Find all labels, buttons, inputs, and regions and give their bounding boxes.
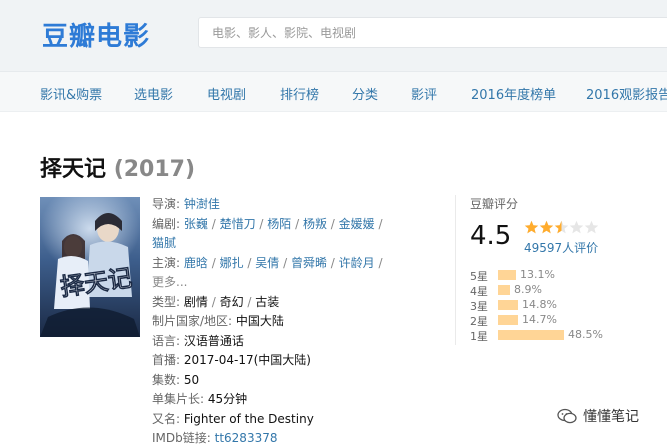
movie-title: 择天记 bbox=[40, 157, 107, 182]
imdb-row: IMDb链接: tt6283378 bbox=[152, 431, 278, 445]
nav-item-tickets[interactable]: 影讯&购票 bbox=[40, 84, 102, 103]
poster-image: 择天记 bbox=[40, 197, 140, 337]
rating-bar-pct: 48.5% bbox=[568, 328, 603, 341]
rating-bar-fill bbox=[498, 330, 564, 340]
episodes-row: 集数: 50 bbox=[152, 372, 200, 387]
country-value: 中国大陆 bbox=[235, 314, 284, 328]
cast-link[interactable]: 吴倩 bbox=[255, 256, 279, 270]
star-icon bbox=[569, 220, 584, 234]
premiere-value: 2017-04-17(中国大陆) bbox=[183, 353, 311, 367]
runtime-value: 45分钟 bbox=[207, 392, 248, 406]
genre-value: 奇幻 bbox=[219, 294, 244, 309]
star-icon bbox=[524, 220, 539, 234]
watermark: 懂懂笔记 bbox=[557, 406, 639, 426]
movie-poster[interactable]: 择天记 bbox=[40, 197, 140, 337]
language-value: 汉语普通话 bbox=[183, 333, 244, 348]
rating-bar-row[interactable]: 1星 48.5% bbox=[470, 328, 660, 343]
nav-item-reviews[interactable]: 影评 bbox=[411, 84, 437, 103]
writer-link[interactable]: 杨叛 bbox=[303, 217, 327, 231]
douban-movie-logo[interactable]: 豆瓣电影 bbox=[42, 16, 150, 53]
rating-bar-row[interactable]: 2星 14.7% bbox=[470, 313, 660, 328]
search-box[interactable] bbox=[198, 17, 667, 48]
nav-item-2016-annual-list[interactable]: 2016年度榜单 bbox=[471, 84, 556, 103]
cast-link[interactable]: 娜扎 bbox=[220, 256, 244, 270]
aka-row: 又名: Fighter of the Destiny bbox=[152, 411, 314, 426]
rating-bar-row[interactable]: 5星 13.1% bbox=[470, 268, 660, 283]
rating-bar-fill bbox=[498, 315, 518, 325]
rating-bar-row[interactable]: 3星 14.8% bbox=[470, 298, 660, 313]
writer-link[interactable]: 张巍 bbox=[184, 217, 208, 231]
writer-link[interactable]: 猫腻 bbox=[152, 236, 176, 250]
nav-item-explore-movies[interactable]: 选电影 bbox=[134, 84, 173, 103]
rating-bar-fill bbox=[498, 270, 516, 280]
writer-link[interactable]: 金媛媛 bbox=[339, 217, 375, 231]
genre-value: 古装 bbox=[255, 294, 280, 309]
writer-link[interactable]: 楚惜刀 bbox=[220, 217, 256, 231]
rating-divider bbox=[455, 195, 456, 345]
star-icon bbox=[554, 220, 569, 234]
writer-link[interactable]: 杨陌 bbox=[267, 217, 291, 231]
rating-panel: 豆瓣评分 4.5 49597人评价 5星 13.1% 4星 8.9% 3星 14… bbox=[470, 195, 660, 343]
rating-bar-fill bbox=[498, 300, 518, 310]
star-icon bbox=[584, 220, 599, 234]
country-row: 制片国家/地区: 中国大陆 bbox=[152, 314, 284, 328]
aka-value: Fighter of the Destiny bbox=[183, 411, 314, 426]
rating-bar-pct: 8.9% bbox=[514, 283, 542, 296]
director-link[interactable]: 钟澍佳 bbox=[184, 197, 220, 211]
director-row: 导演: 钟澍佳 bbox=[152, 197, 220, 211]
rating-breakdown: 5星 13.1% 4星 8.9% 3星 14.8% 2星 14.7% 1星 48… bbox=[470, 268, 660, 343]
genre-value: 剧情 bbox=[183, 294, 208, 309]
movie-year: (2017) bbox=[113, 157, 196, 182]
nav-item-2016-report[interactable]: 2016观影报告 bbox=[586, 84, 667, 103]
page-title: 择天记 (2017) bbox=[40, 151, 195, 183]
cast-link[interactable]: 鹿晗 bbox=[184, 256, 208, 270]
nav-item-categories[interactable]: 分类 bbox=[352, 84, 378, 103]
star-icon bbox=[539, 220, 554, 234]
genre-row: 类型: 剧情 / 奇幻 / 古装 bbox=[152, 294, 280, 309]
search-input[interactable] bbox=[199, 18, 667, 47]
premiere-row: 首播: 2017-04-17(中国大陆) bbox=[152, 353, 311, 367]
cast-row: 主演: 鹿晗 / 娜扎 / 吴倩 / 曾舜晞 / 许龄月 / 更多... bbox=[152, 255, 383, 290]
rating-bar-row[interactable]: 4星 8.9% bbox=[470, 283, 660, 298]
main-nav: 影讯&购票 选电影 电视剧 排行榜 分类 影评 2016年度榜单 2016观影报… bbox=[0, 72, 667, 112]
cast-link[interactable]: 许龄月 bbox=[339, 256, 375, 270]
rating-stars bbox=[524, 220, 599, 235]
writers-row: 编剧: 张巍 / 楚惜刀 / 杨陌 / 杨叛 / 金媛媛 / 猫腻 bbox=[152, 216, 383, 251]
runtime-row: 单集片长: 45分钟 bbox=[152, 392, 248, 406]
rating-bar-fill bbox=[498, 285, 510, 295]
rating-bar-pct: 14.7% bbox=[522, 313, 557, 326]
episodes-value: 50 bbox=[183, 372, 200, 387]
rating-title: 豆瓣评分 bbox=[470, 197, 519, 211]
nav-item-tv[interactable]: 电视剧 bbox=[207, 84, 246, 103]
rating-bar-pct: 13.1% bbox=[520, 268, 555, 281]
more-cast-link[interactable]: 更多... bbox=[152, 275, 187, 289]
rating-bar-pct: 14.8% bbox=[522, 298, 557, 311]
imdb-link[interactable]: tt6283378 bbox=[215, 431, 278, 445]
watermark-text: 懂懂笔记 bbox=[583, 409, 639, 425]
movie-info: 导演: 钟澍佳 编剧: 张巍 / 楚惜刀 / 杨陌 / 杨叛 / 金媛媛 / 猫… bbox=[152, 195, 394, 446]
rating-score: 4.5 bbox=[470, 221, 512, 251]
rating-count-link[interactable]: 49597人评价 bbox=[524, 239, 598, 256]
wechat-icon bbox=[557, 408, 577, 424]
site-header: 豆瓣电影 bbox=[0, 0, 667, 72]
cast-link[interactable]: 曾舜晞 bbox=[291, 256, 327, 270]
nav-item-charts[interactable]: 排行榜 bbox=[280, 84, 319, 103]
language-row: 语言: 汉语普通话 bbox=[152, 333, 244, 348]
